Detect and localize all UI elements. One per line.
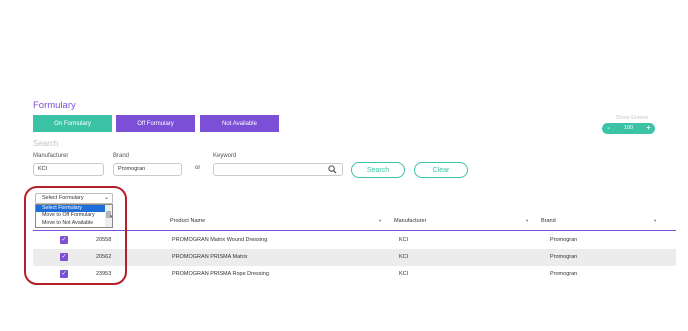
manufacturer-cell: KCI <box>399 237 409 243</box>
manufacturer-cell: KCI <box>399 271 409 277</box>
sort-arrow-icon[interactable]: ▾ <box>379 218 381 224</box>
increment-button[interactable]: + <box>642 123 655 134</box>
search-icon[interactable] <box>328 165 337 174</box>
entries-value[interactable]: 100 <box>615 124 642 133</box>
show-entries-stepper: - 100 + <box>602 123 655 134</box>
header-divider <box>33 230 676 231</box>
table-row: ✓ 20558 PROMOGRAN Matrix Wound Dressing … <box>33 232 676 249</box>
column-header-manufacturer[interactable]: Manufacturer <box>394 218 426 224</box>
brand-cell: Promogran <box>550 237 578 243</box>
manufacturer-label: Manufacturer <box>33 153 69 159</box>
column-header-product-name[interactable]: Product Name <box>170 218 205 224</box>
product-name: PROMOGRAN PRISMA Rope Dressing <box>172 271 269 277</box>
clear-button[interactable]: Clear <box>414 162 468 178</box>
brand-cell: Promogran <box>550 271 578 277</box>
manufacturer-input[interactable]: KCI <box>33 163 104 176</box>
table-row: ✓ 20562 PROMOGRAN PRISMA Matrix KCI Prom… <box>33 249 676 266</box>
page-title: Formulary <box>33 100 76 111</box>
decrement-button[interactable]: - <box>602 123 615 134</box>
sort-arrow-icon[interactable]: ▾ <box>654 218 656 224</box>
product-name: PROMOGRAN Matrix Wound Dressing <box>172 237 268 243</box>
search-heading: Search <box>33 139 59 148</box>
keyword-label: Keyword <box>213 153 237 159</box>
keyword-input[interactable] <box>213 163 343 176</box>
off-formulary-button[interactable]: Off Formulary <box>116 115 195 132</box>
brand-cell: Promogran <box>550 254 578 260</box>
show-entries-label: Show Entries <box>615 115 649 121</box>
brand-input[interactable]: Promogran <box>113 163 182 176</box>
or-separator: or <box>195 165 201 171</box>
sort-arrow-icon[interactable]: ▾ <box>526 218 528 224</box>
brand-label: Brand <box>113 153 130 159</box>
not-available-button[interactable]: Not Available <box>200 115 279 132</box>
on-formulary-button[interactable]: On Formulary <box>33 115 112 132</box>
product-name: PROMOGRAN PRISMA Matrix <box>172 254 248 260</box>
column-header-brand[interactable]: Brand <box>541 218 556 224</box>
manufacturer-cell: KCI <box>399 254 409 260</box>
table-row: ✓ 23953 PROMOGRAN PRISMA Rope Dressing K… <box>33 266 676 283</box>
search-button[interactable]: Search <box>351 162 405 178</box>
annotation-highlight-circle <box>24 186 127 285</box>
